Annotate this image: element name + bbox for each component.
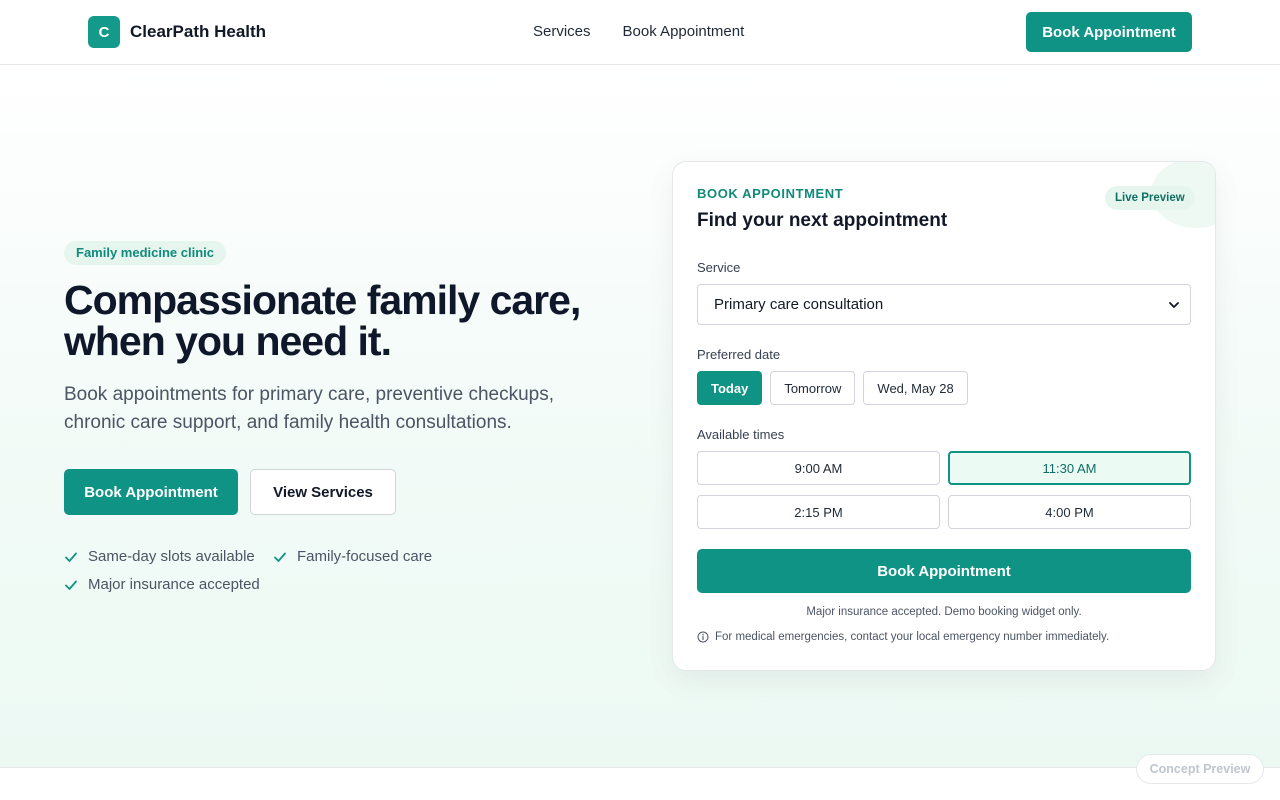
feature-label: Family-focused care [297,548,433,565]
service-select-value: Primary care consultation [714,296,884,313]
date-options: Today Tomorrow Wed, May 28 [697,371,968,405]
eyebrow-badge: Family medicine clinic [64,241,226,265]
view-services-button[interactable]: View Services [250,469,396,515]
hero-subtitle: Book appointments for primary care, prev… [64,384,555,433]
nav-link-services[interactable]: Services [533,23,591,40]
live-preview-badge: Live Preview [1105,186,1195,210]
times-label: Available times [697,427,785,442]
feature-item: Same-day slots available [64,548,255,565]
site-header: C ClearPath Health Services Book Appoint… [0,0,1280,65]
feature-label: Same-day slots available [88,548,255,565]
chevron-down-icon [1169,301,1179,308]
date-option-today[interactable]: Today [697,371,763,405]
info-icon [697,631,709,643]
hero-book-appointment-button[interactable]: Book Appointment [64,469,238,515]
nav-link-book-appointment[interactable]: Book Appointment [623,23,745,40]
main-nav: Services Book Appointment [533,23,744,40]
check-icon [65,552,77,562]
booking-card: BOOK APPOINTMENT Find your next appointm… [672,161,1216,671]
insurance-note: Major insurance accepted. Demo booking w… [806,606,1082,618]
feature-item: Major insurance accepted [64,576,260,593]
date-option-tomorrow[interactable]: Tomorrow [770,371,856,405]
submit-booking-button[interactable]: Book Appointment [697,549,1191,593]
time-slot-selected[interactable]: 11:30 AM [948,451,1191,485]
emergency-warning: For medical emergencies, contact your lo… [697,631,1109,643]
hero-title-line-1: Compassionate family care, [64,277,581,323]
time-slot[interactable]: 2:15 PM [697,495,940,529]
check-icon [65,580,77,590]
time-slot[interactable]: 9:00 AM [697,451,940,485]
date-label: Preferred date [697,347,781,362]
header-book-appointment-button[interactable]: Book Appointment [1026,12,1192,52]
brand[interactable]: C ClearPath Health [88,16,266,48]
concept-preview-badge: Concept Preview [1136,754,1264,784]
time-slot[interactable]: 4:00 PM [948,495,1191,529]
hero-title-line-2: when you need it. [64,318,392,364]
service-label: Service [697,260,741,275]
feature-label: Major insurance accepted [88,576,260,593]
service-select[interactable]: Primary care consultation [697,284,1191,325]
emergency-warning-text: For medical emergencies, contact your lo… [715,631,1110,643]
date-option-wed-may-28[interactable]: Wed, May 28 [863,371,968,405]
brand-name: ClearPath Health [130,22,267,41]
check-icon [274,552,286,562]
booking-title: Find your next appointment [697,210,948,231]
logo-mark: C [88,16,120,48]
booking-eyebrow: BOOK APPOINTMENT [697,186,844,201]
hero-title: Compassionate family care, when you need… [64,280,624,362]
feature-item: Family-focused care [273,548,432,565]
